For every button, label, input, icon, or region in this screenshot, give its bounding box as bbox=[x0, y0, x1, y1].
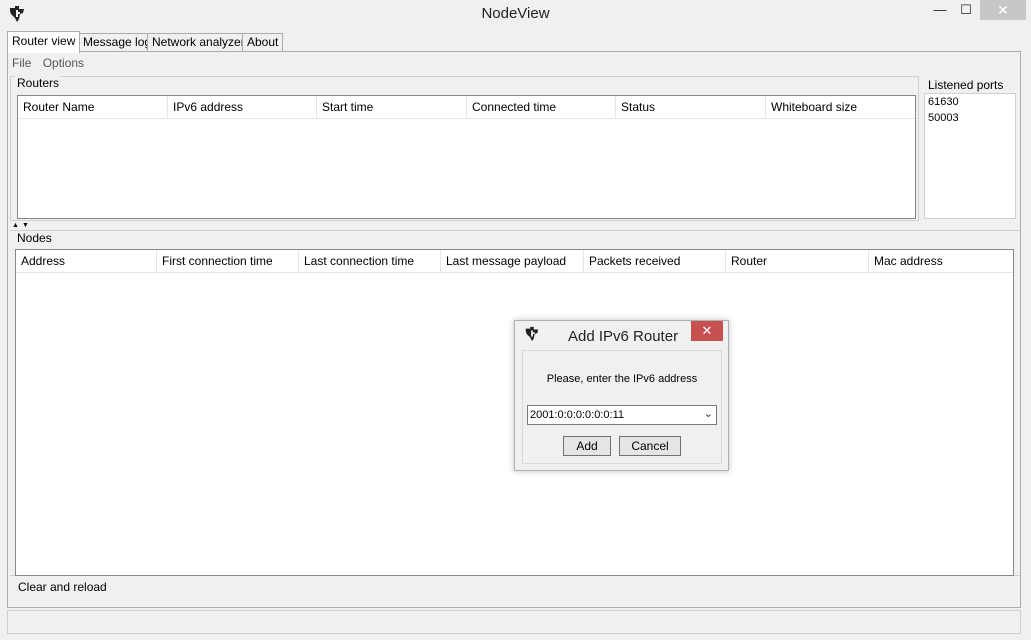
port-item[interactable]: 61630 bbox=[928, 96, 959, 108]
menu-options[interactable]: Options bbox=[43, 56, 84, 70]
nodes-title: Nodes bbox=[15, 231, 54, 245]
column-address[interactable]: Address bbox=[16, 250, 157, 273]
listened-ports-group: Listened ports 61630 50003 bbox=[922, 76, 1018, 221]
column-status[interactable]: Status bbox=[616, 96, 766, 119]
menu-bar: File Options bbox=[12, 56, 92, 74]
tab-router-view[interactable]: Router view bbox=[7, 31, 81, 53]
dialog-body: Please, enter the IPv6 address ⌄ Add Can… bbox=[522, 350, 722, 464]
column-last-connection-time[interactable]: Last connection time bbox=[299, 250, 441, 273]
clear-and-reload-button[interactable]: Clear and reload bbox=[18, 580, 107, 594]
status-bar bbox=[7, 610, 1021, 634]
title-bar: NodeView — ☐ ✕ bbox=[0, 0, 1031, 28]
menu-file[interactable]: File bbox=[12, 56, 31, 70]
port-item[interactable]: 50003 bbox=[928, 112, 959, 124]
window-title: NodeView bbox=[481, 5, 550, 22]
add-ipv6-router-dialog: Add IPv6 Router ✕ Please, enter the IPv6… bbox=[514, 320, 729, 471]
dialog-close-button[interactable]: ✕ bbox=[691, 321, 723, 341]
splitter-up-arrow-icon[interactable]: ▲ bbox=[12, 222, 19, 229]
tab-message-log[interactable]: Message log bbox=[78, 33, 157, 52]
column-whiteboard-size[interactable]: Whiteboard size bbox=[766, 96, 915, 119]
routers-group: Routers Router Name IPv6 address Start t… bbox=[10, 76, 919, 221]
routers-title: Routers bbox=[15, 76, 62, 90]
column-mac-address[interactable]: Mac address bbox=[869, 250, 1013, 273]
tab-network-analyzer[interactable]: Network analyzer bbox=[147, 33, 250, 52]
routers-table-header: Router Name IPv6 address Start time Conn… bbox=[18, 96, 915, 119]
column-router-name[interactable]: Router Name bbox=[18, 96, 168, 119]
chevron-down-icon[interactable]: ⌄ bbox=[704, 407, 713, 420]
routers-table[interactable]: Router Name IPv6 address Start time Conn… bbox=[17, 95, 916, 219]
column-connected-time[interactable]: Connected time bbox=[467, 96, 616, 119]
column-packets-received[interactable]: Packets received bbox=[584, 250, 726, 273]
minimize-button[interactable]: — bbox=[928, 0, 952, 20]
panel-splitter[interactable]: ▲ ▼ bbox=[8, 222, 1020, 230]
column-start-time[interactable]: Start time bbox=[317, 96, 467, 119]
column-first-connection-time[interactable]: First connection time bbox=[157, 250, 299, 273]
listened-ports-title: Listened ports bbox=[926, 78, 1006, 92]
listened-ports-list[interactable]: 61630 50003 bbox=[924, 93, 1016, 219]
ipv6-address-input[interactable] bbox=[530, 407, 695, 423]
splitter-down-arrow-icon[interactable]: ▼ bbox=[22, 222, 29, 229]
ipv6-address-combobox[interactable]: ⌄ bbox=[527, 405, 717, 425]
close-button[interactable]: ✕ bbox=[980, 0, 1026, 20]
column-last-message-payload[interactable]: Last message payload bbox=[441, 250, 584, 273]
maximize-button[interactable]: ☐ bbox=[954, 0, 978, 20]
nodes-table-header: Address First connection time Last conne… bbox=[16, 250, 1013, 273]
dialog-title: Add IPv6 Router bbox=[568, 328, 679, 345]
column-ipv6-address[interactable]: IPv6 address bbox=[168, 96, 317, 119]
dialog-prompt: Please, enter the IPv6 address bbox=[546, 373, 698, 385]
tab-about[interactable]: About bbox=[242, 33, 284, 52]
add-button[interactable]: Add bbox=[563, 436, 611, 456]
ti-logo-icon bbox=[525, 326, 539, 342]
cancel-button[interactable]: Cancel bbox=[619, 436, 681, 456]
column-router[interactable]: Router bbox=[726, 250, 869, 273]
